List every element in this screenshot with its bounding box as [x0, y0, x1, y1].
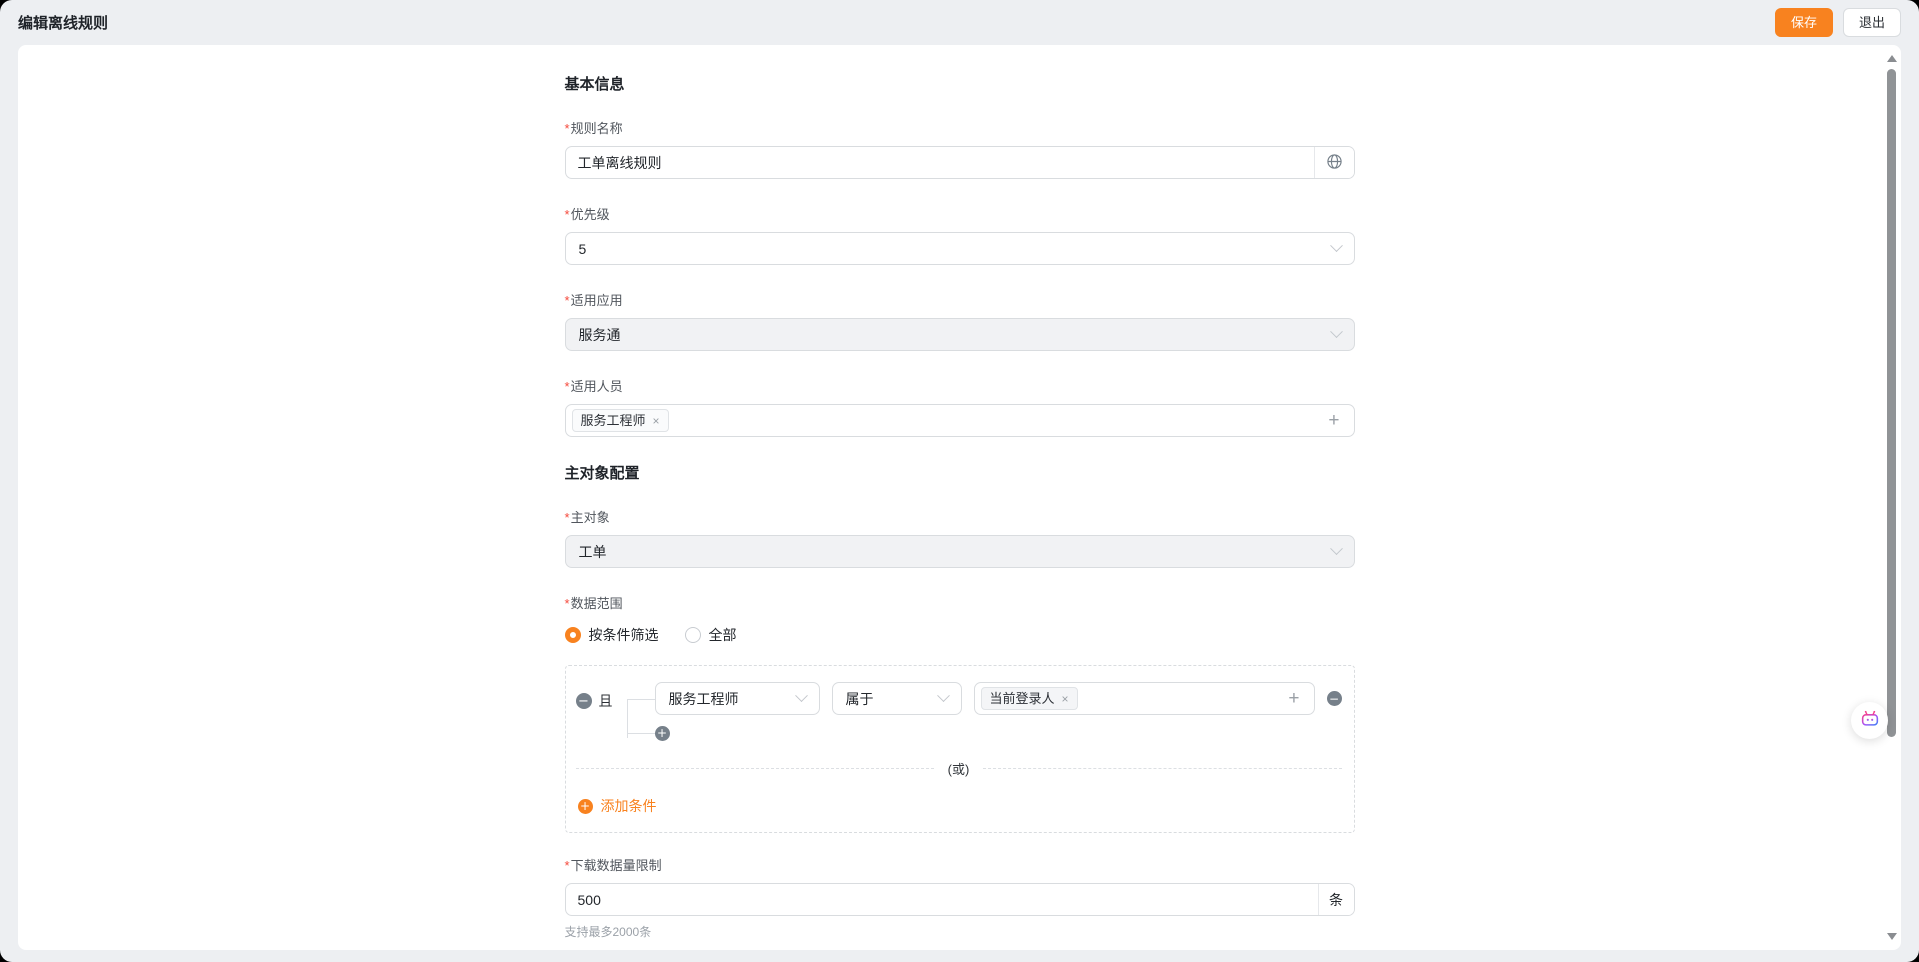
required-mark: * — [564, 510, 570, 525]
chevron-down-icon — [1329, 542, 1343, 556]
condition-value-multiselect[interactable]: 当前登录人 × + — [973, 682, 1315, 715]
add-icon: + — [577, 798, 593, 814]
condition-field-select[interactable]: 服务工程师 — [654, 682, 820, 715]
remove-condition-row-button[interactable]: − — [1326, 691, 1342, 706]
tag-close-icon[interactable]: × — [653, 415, 660, 427]
required-mark: * — [564, 121, 570, 136]
download-limit-unit: 条 — [1317, 884, 1354, 915]
section-main-object-config: 主对象配置 — [564, 465, 640, 482]
chevron-down-icon — [1329, 325, 1343, 339]
chevron-down-icon — [794, 689, 808, 703]
download-limit-input[interactable] — [565, 884, 1318, 915]
required-mark: * — [564, 596, 570, 611]
required-mark: * — [564, 293, 570, 308]
personnel-multiselect[interactable]: 服务工程师 × + — [564, 404, 1355, 437]
group-operator-label: 且 — [598, 693, 613, 709]
required-mark: * — [564, 379, 570, 394]
section-basic-info: 基本信息 — [564, 76, 625, 93]
chevron-down-icon — [1329, 239, 1343, 253]
form-column: 基本信息 *规则名称 工单离线规则 *优先级 5 *适用应用 服务通 *适用人员… — [564, 45, 1355, 962]
app-window: 编辑离线规则 保存 退出 基本信息 *规则名称 工单离线规则 *优先级 5 *适… — [0, 0, 1919, 962]
data-range-radio-group: 按条件筛选 全部 — [564, 625, 1355, 645]
or-divider-label: (或) — [947, 762, 970, 777]
page-title: 编辑离线规则 — [18, 15, 109, 32]
save-button[interactable]: 保存 — [1774, 7, 1833, 38]
field-app: *适用应用 服务通 — [564, 290, 1355, 351]
main-object-select: 工单 — [564, 535, 1355, 568]
field-data-range: *数据范围 按条件筛选 全部 — [564, 593, 1355, 645]
field-download-limit: *下载数据量限制 条 支持最多2000条 — [564, 855, 1355, 940]
topbar: 编辑离线规则 保存 退出 — [0, 0, 1919, 45]
robot-icon — [1859, 707, 1881, 734]
vertical-scrollbar — [1886, 47, 1898, 948]
data-range-label: 数据范围 — [570, 596, 623, 611]
scrollbar-thumb[interactable] — [1887, 69, 1896, 737]
app-value: 服务通 — [578, 326, 621, 343]
scroll-up-arrow[interactable] — [1887, 55, 1897, 62]
scroll-down-arrow[interactable] — [1887, 933, 1897, 940]
personnel-label: 适用人员 — [570, 379, 623, 394]
condition-operator-select[interactable]: 属于 — [831, 682, 962, 715]
rule-name-label: 规则名称 — [570, 121, 623, 136]
field-priority: *优先级 5 — [564, 204, 1355, 265]
condition-value-tag: 当前登录人 × — [980, 686, 1078, 711]
app-label: 适用应用 — [570, 293, 623, 308]
radio-off-icon — [684, 627, 701, 643]
download-limit-label: 下载数据量限制 — [570, 858, 662, 873]
form-card: 基本信息 *规则名称 工单离线规则 *优先级 5 *适用应用 服务通 *适用人员… — [18, 45, 1901, 950]
remove-group-button[interactable]: − — [575, 693, 592, 709]
priority-value: 5 — [578, 240, 587, 257]
radio-on-icon — [564, 627, 581, 643]
required-mark: * — [564, 207, 570, 222]
condition-group: − 且 服务工程师 属于 当前登录人 × + − + — [575, 682, 1342, 741]
add-condition-row: + — [626, 725, 1342, 741]
main-object-label: 主对象 — [570, 510, 610, 525]
app-select: 服务通 — [564, 318, 1355, 351]
condition-branch: 服务工程师 属于 当前登录人 × + − + — [626, 682, 1342, 741]
globe-icon — [1326, 153, 1343, 173]
download-limit-helper: 支持最多2000条 — [564, 925, 652, 939]
radio-all[interactable]: 全部 — [684, 625, 737, 645]
priority-label: 优先级 — [570, 207, 610, 222]
condition-row: 服务工程师 属于 当前登录人 × + − — [626, 682, 1342, 715]
field-main-object: *主对象 工单 — [564, 507, 1355, 568]
add-condition-value-icon[interactable]: + — [1280, 688, 1307, 710]
tag-close-icon[interactable]: × — [1062, 693, 1069, 705]
add-condition-row-button[interactable]: + — [654, 725, 670, 741]
add-condition-button[interactable]: + 添加条件 — [577, 796, 657, 816]
main-object-value: 工单 — [578, 543, 607, 560]
condition-field-value: 服务工程师 — [668, 690, 739, 707]
condition-builder: − 且 服务工程师 属于 当前登录人 × + − + (或) + 添加条件 — [564, 665, 1355, 833]
priority-select[interactable]: 5 — [564, 232, 1355, 265]
rule-name-control — [564, 146, 1355, 179]
add-condition-label: 添加条件 — [600, 798, 657, 814]
condition-group-operator: − 且 — [575, 691, 613, 711]
assistant-fab[interactable] — [1851, 702, 1888, 739]
download-limit-control: 条 — [564, 883, 1355, 916]
translate-button[interactable] — [1313, 147, 1354, 178]
personnel-tag: 服务工程师 × — [571, 408, 669, 433]
chevron-down-icon — [936, 689, 950, 703]
condition-operator-value: 属于 — [845, 690, 874, 707]
add-personnel-icon[interactable]: + — [1320, 410, 1347, 432]
or-divider: (或) — [575, 759, 1342, 778]
rule-name-input[interactable] — [565, 147, 1314, 178]
field-rule-name: *规则名称 — [564, 118, 1355, 179]
required-mark: * — [564, 858, 570, 873]
exit-button[interactable]: 退出 — [1842, 7, 1901, 38]
topbar-actions: 保存 退出 — [1774, 7, 1901, 38]
field-personnel: *适用人员 服务工程师 × + — [564, 376, 1355, 437]
radio-filter-by-condition[interactable]: 按条件筛选 — [564, 625, 659, 645]
